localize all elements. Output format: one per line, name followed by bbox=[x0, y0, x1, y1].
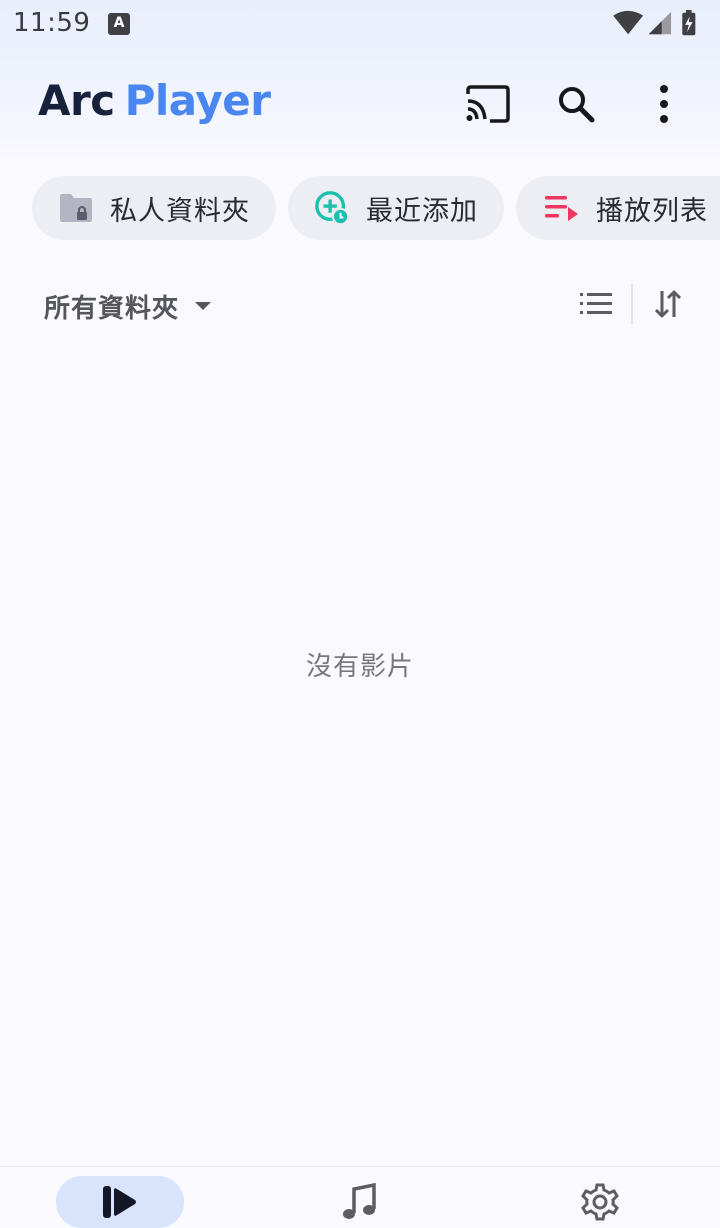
cast-icon bbox=[466, 85, 510, 123]
playlist-icon bbox=[544, 190, 580, 226]
recent-add-icon bbox=[314, 190, 350, 226]
status-time: 11:59 bbox=[13, 8, 91, 38]
folder-selector-label: 所有資料夾 bbox=[44, 293, 180, 324]
dropdown-arrow-icon bbox=[195, 302, 212, 310]
video-play-icon bbox=[103, 1186, 136, 1218]
empty-state-message: 沒有影片 bbox=[305, 652, 414, 682]
nav-item-music[interactable] bbox=[296, 1176, 424, 1228]
list-view-button[interactable] bbox=[572, 282, 620, 326]
settings-gear-icon bbox=[581, 1183, 619, 1221]
music-note-icon bbox=[343, 1183, 376, 1219]
chip-label: 最近添加 bbox=[366, 195, 478, 227]
notification-a-icon: A bbox=[108, 13, 130, 35]
battery-charging-icon bbox=[682, 10, 696, 36]
bottom-navigation bbox=[0, 1166, 720, 1228]
list-view-icon bbox=[580, 293, 612, 314]
nav-item-videos[interactable] bbox=[56, 1176, 184, 1228]
chip-label: 播放列表 bbox=[596, 195, 708, 227]
signal-icon bbox=[648, 11, 672, 35]
nav-item-settings[interactable] bbox=[536, 1176, 664, 1228]
sort-button[interactable] bbox=[644, 282, 692, 326]
search-icon bbox=[559, 87, 595, 123]
chip-label: 私人資料夾 bbox=[110, 195, 250, 227]
sort-icon bbox=[654, 290, 682, 318]
chip-private-folder[interactable]: 私人資料夾 bbox=[32, 176, 276, 240]
logo-arc: Arc bbox=[38, 76, 115, 125]
wifi-icon bbox=[613, 10, 644, 35]
status-bar: 11:59 A bbox=[0, 0, 720, 50]
cast-button[interactable] bbox=[462, 78, 514, 130]
more-options-button[interactable] bbox=[638, 78, 690, 130]
logo-player: Player bbox=[124, 76, 271, 125]
chip-recently-added[interactable]: 最近添加 bbox=[288, 176, 504, 240]
toolbar-divider bbox=[631, 284, 633, 324]
locked-folder-icon bbox=[58, 190, 94, 226]
status-system-icons bbox=[613, 10, 696, 36]
folder-selector[interactable]: 所有資料夾 bbox=[44, 286, 213, 326]
chip-playlist[interactable]: 播放列表 bbox=[516, 176, 720, 240]
app-logo: Arc Player bbox=[38, 76, 271, 125]
more-vert-icon bbox=[660, 85, 668, 123]
app-screen: 11:59 A Arc Player 私人資料夾 最近添加 播放列表 所有資料夾… bbox=[0, 0, 720, 1228]
search-button[interactable] bbox=[550, 78, 602, 130]
